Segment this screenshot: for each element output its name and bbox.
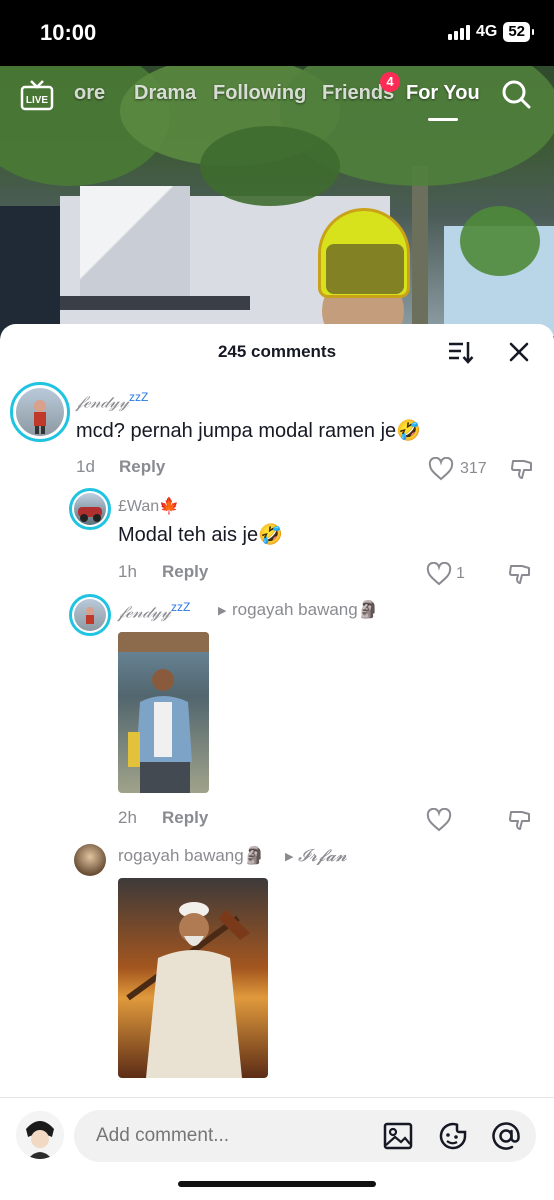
heart-icon[interactable] [428,457,454,481]
avatar[interactable] [74,844,106,876]
top-nav: LIVE ore Drama Following Friends 4 For Y… [0,72,554,122]
comment-time: 2h [118,808,137,827]
friends-badge: 4 [380,72,400,92]
comment-username[interactable]: £Wan🍁 [118,496,179,516]
dislike-icon[interactable] [508,562,532,586]
comment-item: 𝒻ℯ𝓃𝒹𝓎𝓎zzZ mcd? pernah jumpa modal ramen … [0,380,554,490]
status-bar: 10:00 4G 52 [0,0,554,66]
reply-to-username[interactable]: rogayah bawang🗿 [232,600,379,620]
reply-button[interactable]: Reply [162,808,208,828]
reply-item: rogayah bawang🗿 ▶ 𝓘𝓻𝓯𝓪𝓷 [0,838,554,1118]
avatar[interactable] [74,599,106,631]
comment-photo[interactable] [118,632,209,793]
reply-item: £Wan🍁 Modal teh ais je🤣 1h Reply 1 [0,486,554,590]
my-avatar[interactable] [16,1111,64,1159]
status-time: 10:00 [40,20,97,45]
avatar[interactable] [74,493,106,525]
like-count: 1 [456,565,465,582]
live-icon[interactable]: LIVE [20,78,54,112]
reply-item: 𝒻ℯ𝓃𝒹𝓎𝓎zzZ ▶ rogayah bawang🗿 2h Reply [0,592,554,832]
emoji-icon[interactable] [437,1120,469,1152]
dislike-icon[interactable] [508,808,532,832]
comment-time: 1h [118,562,137,581]
close-icon[interactable] [505,338,533,366]
comment-username[interactable]: 𝒻ℯ𝓃𝒹𝓎𝓎zzZ [118,600,190,623]
comment-composer [0,1097,554,1200]
battery-icon: 52 [503,22,534,42]
scene-tree-trunk [412,166,428,336]
comment-text: mcd? pernah jumpa modal ramen je🤣 [76,420,422,442]
comment-time: 1d [76,457,95,476]
comment-photo[interactable] [118,878,268,1078]
tab-for-you[interactable]: For You [406,82,480,105]
scene-visor [326,244,404,294]
image-icon[interactable] [382,1120,414,1152]
heart-icon[interactable] [426,808,452,832]
mention-icon[interactable] [490,1120,522,1152]
comments-header: 245 comments [0,324,554,378]
sort-icon[interactable] [446,338,474,366]
home-indicator [178,1181,376,1187]
comment-text: Modal teh ais je🤣 [118,524,283,546]
dislike-icon[interactable] [510,457,534,481]
search-icon[interactable] [500,78,532,110]
svg-text:LIVE: LIVE [26,95,49,106]
status-indicators: 4G 52 [447,22,534,42]
reply-to-username[interactable]: 𝓘𝓻𝓯𝓪𝓷 [298,846,347,866]
reply-arrow-icon: ▶ [218,605,227,617]
comment-username[interactable]: 𝒻ℯ𝓃𝒹𝓎𝓎zzZ [76,390,148,413]
reply-arrow-icon: ▶ [285,851,294,863]
tab-more[interactable]: ore [74,82,105,105]
scene-roof [60,296,250,310]
tab-drama[interactable]: Drama [134,82,196,105]
comment-username[interactable]: rogayah bawang🗿 [118,846,265,866]
reply-button[interactable]: Reply [162,562,208,582]
signal-icon [447,24,470,40]
network-label: 4G [475,23,498,40]
scene-stairs [80,186,190,306]
comments-sheet: 245 comments 𝒻ℯ𝓃𝒹𝓎𝓎zzZ mcd? pernah jumpa… [0,324,554,1199]
tab-following[interactable]: Following [213,82,306,105]
active-tab-indicator [428,118,458,121]
heart-icon[interactable] [426,562,452,586]
avatar[interactable] [16,388,64,436]
reply-button[interactable]: Reply [119,457,165,477]
like-count: 317 [460,460,487,477]
